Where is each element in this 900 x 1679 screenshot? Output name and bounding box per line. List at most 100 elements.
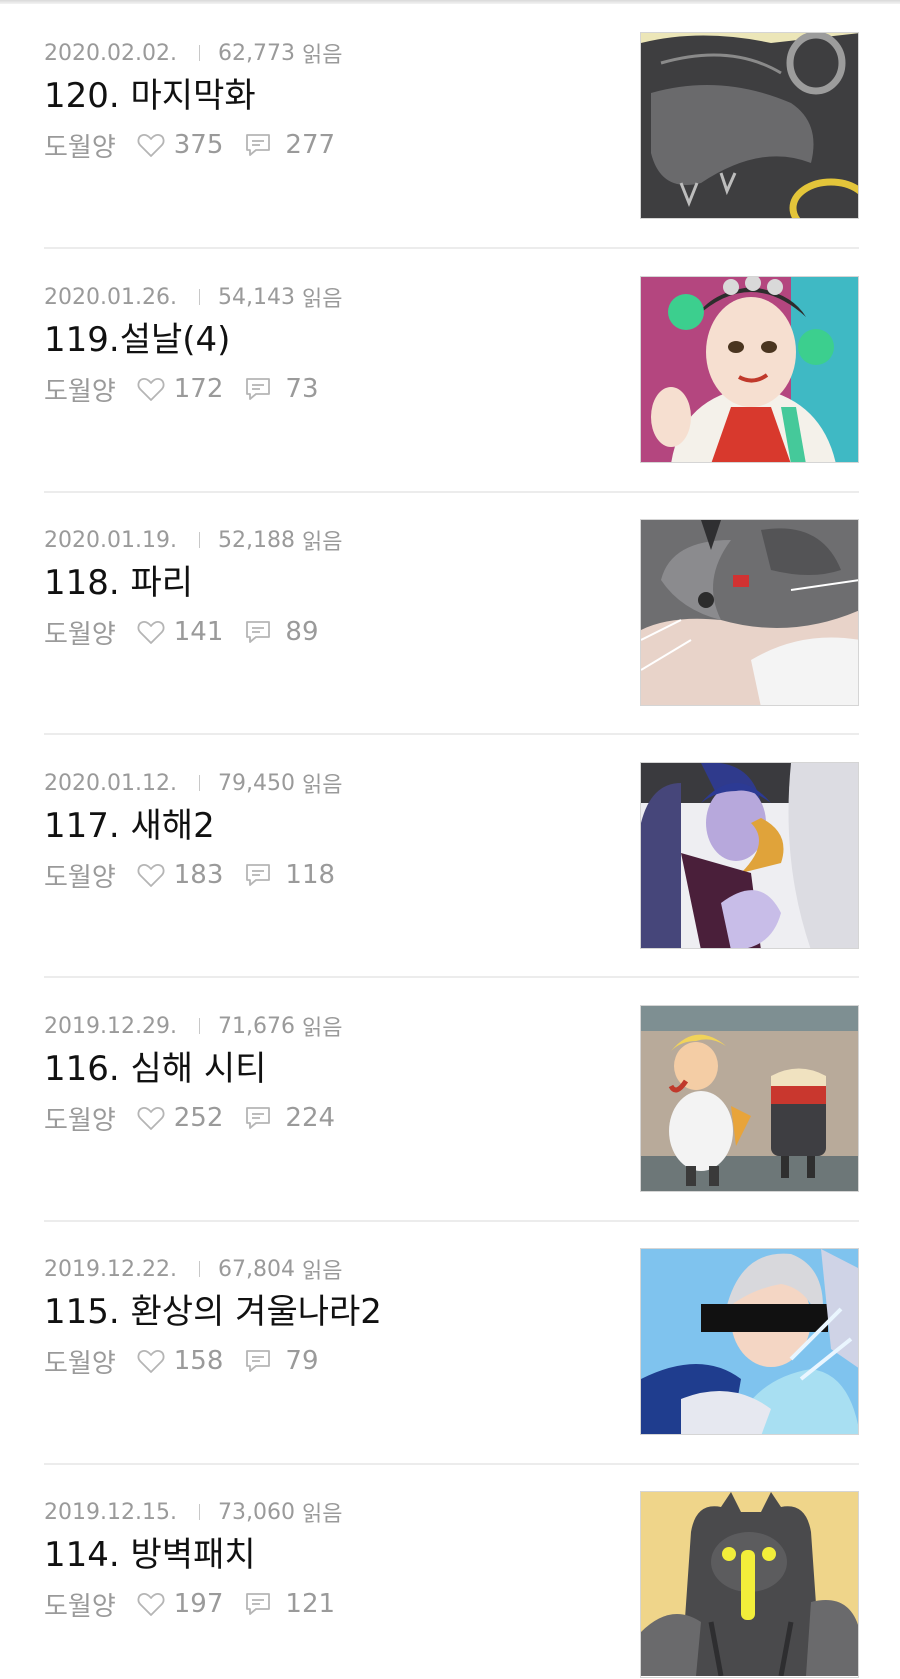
episode-date: 2019.12.22. (44, 1256, 177, 1282)
comment-icon (243, 1103, 273, 1133)
episode-meta: 2020.02.02. 62,773 읽음 (44, 40, 343, 69)
episode-views: 79,450 (217, 770, 295, 796)
episode-meta: 2020.01.19. 52,188 읽음 (44, 527, 343, 556)
episode-thumbnail[interactable] (640, 1005, 859, 1192)
episode-views: 54,143 (217, 284, 295, 310)
like-count: 375 (173, 130, 224, 160)
episode-date: 2019.12.29. (44, 1013, 177, 1039)
like-count: 183 (173, 860, 224, 890)
episode-item[interactable]: 2019.12.29. 71,676 읽음 116. 심해 시티 도월양 252… (44, 1005, 859, 1193)
views-unit: 읽음 (301, 773, 343, 798)
episode-meta: 2020.01.26. 54,143 읽음 (44, 284, 343, 313)
comment-icon (243, 1346, 273, 1376)
heart-icon (136, 617, 166, 647)
episode-meta: 2020.01.12. 79,450 읽음 (44, 770, 343, 799)
episode-item[interactable]: 2020.01.12. 79,450 읽음 117. 새해2 도월양 183 1… (44, 762, 859, 950)
episode-views: 71,676 (217, 1013, 295, 1039)
heart-icon (136, 374, 166, 404)
meta-separator (198, 289, 200, 305)
heart-icon (136, 1346, 166, 1376)
like-count: 197 (173, 1589, 224, 1619)
episode-author: 도월양 (44, 619, 116, 650)
episode-thumbnail[interactable] (640, 519, 859, 706)
episode-thumbnail[interactable] (640, 32, 859, 219)
views-unit: 읽음 (301, 1259, 343, 1284)
episode-date: 2020.01.12. (44, 770, 177, 796)
views-unit: 읽음 (301, 287, 343, 312)
episode-author: 도월양 (44, 132, 116, 163)
episode-date: 2019.12.15. (44, 1499, 177, 1525)
comment-icon (243, 130, 273, 160)
episode-author: 도월양 (44, 1348, 116, 1379)
comment-count: 89 (285, 617, 319, 647)
like-count: 141 (173, 617, 224, 647)
episode-date: 2020.02.02. (44, 40, 177, 66)
episode-title[interactable]: 115. 환상의 겨울나라2 (44, 1290, 382, 1334)
list-divider (44, 733, 859, 735)
comment-icon (243, 617, 273, 647)
episode-views: 52,188 (217, 527, 295, 553)
episode-author: 도월양 (44, 1591, 116, 1622)
list-divider (44, 1220, 859, 1222)
comment-icon (243, 1589, 273, 1619)
episode-meta: 2019.12.15. 73,060 읽음 (44, 1499, 343, 1528)
views-unit: 읽음 (301, 1016, 343, 1041)
meta-separator (198, 775, 200, 791)
episode-views: 67,804 (217, 1256, 295, 1282)
episode-title[interactable]: 120. 마지막화 (44, 74, 256, 118)
comment-icon (243, 860, 273, 890)
episode-date: 2020.01.26. (44, 284, 177, 310)
top-edge (0, 0, 900, 4)
comment-icon (243, 374, 273, 404)
episode-title[interactable]: 116. 심해 시티 (44, 1047, 266, 1091)
episode-author: 도월양 (44, 1105, 116, 1136)
like-count: 252 (173, 1103, 224, 1133)
episode-title[interactable]: 114. 방벽패치 (44, 1533, 256, 1577)
heart-icon (136, 1103, 166, 1133)
episode-views: 62,773 (217, 40, 295, 66)
episode-stats: 도월양 183 118 (44, 858, 335, 893)
episode-stats: 도월양 172 73 (44, 372, 319, 407)
episode-thumbnail[interactable] (640, 276, 859, 463)
episode-meta: 2019.12.22. 67,804 읽음 (44, 1256, 343, 1285)
episode-stats: 도월양 197 121 (44, 1587, 336, 1622)
comment-count: 73 (285, 374, 319, 404)
episode-meta: 2019.12.29. 71,676 읽음 (44, 1013, 343, 1042)
heart-icon (136, 130, 166, 160)
list-divider (44, 976, 859, 978)
comment-count: 79 (285, 1346, 319, 1376)
episode-title[interactable]: 119.설날(4) (44, 318, 230, 362)
episode-stats: 도월양 158 79 (44, 1344, 319, 1379)
meta-separator (198, 1261, 200, 1277)
episode-thumbnail[interactable] (640, 1491, 859, 1678)
episode-item[interactable]: 2020.01.19. 52,188 읽음 118. 파리 도월양 141 89 (44, 519, 859, 707)
comment-count: 121 (285, 1589, 336, 1619)
episode-item[interactable]: 2019.12.22. 67,804 읽음 115. 환상의 겨울나라2 도월양… (44, 1248, 859, 1436)
heart-icon (136, 1589, 166, 1619)
episode-title[interactable]: 117. 새해2 (44, 804, 215, 848)
views-unit: 읽음 (301, 1502, 343, 1527)
episode-thumbnail[interactable] (640, 762, 859, 949)
like-count: 158 (173, 1346, 224, 1376)
views-unit: 읽음 (301, 43, 343, 68)
list-divider (44, 1463, 859, 1465)
meta-separator (198, 45, 200, 61)
views-unit: 읽음 (301, 530, 343, 555)
like-count: 172 (173, 374, 224, 404)
episode-thumbnail[interactable] (640, 1248, 859, 1435)
episode-stats: 도월양 141 89 (44, 615, 319, 650)
list-divider (44, 247, 859, 249)
heart-icon (136, 860, 166, 890)
episode-title[interactable]: 118. 파리 (44, 561, 193, 605)
episode-item[interactable]: 2020.02.02. 62,773 읽음 120. 마지막화 도월양 375 … (44, 32, 859, 220)
meta-separator (198, 532, 200, 548)
episode-stats: 도월양 375 277 (44, 128, 335, 163)
episode-stats: 도월양 252 224 (44, 1101, 336, 1136)
comment-count: 224 (285, 1103, 336, 1133)
episode-author: 도월양 (44, 862, 116, 893)
episode-item[interactable]: 2019.12.15. 73,060 읽음 114. 방벽패치 도월양 197 … (44, 1491, 859, 1679)
meta-separator (198, 1504, 200, 1520)
episode-date: 2020.01.19. (44, 527, 177, 553)
list-divider (44, 491, 859, 493)
episode-item[interactable]: 2020.01.26. 54,143 읽음 119.설날(4) 도월양 172 … (44, 276, 859, 464)
